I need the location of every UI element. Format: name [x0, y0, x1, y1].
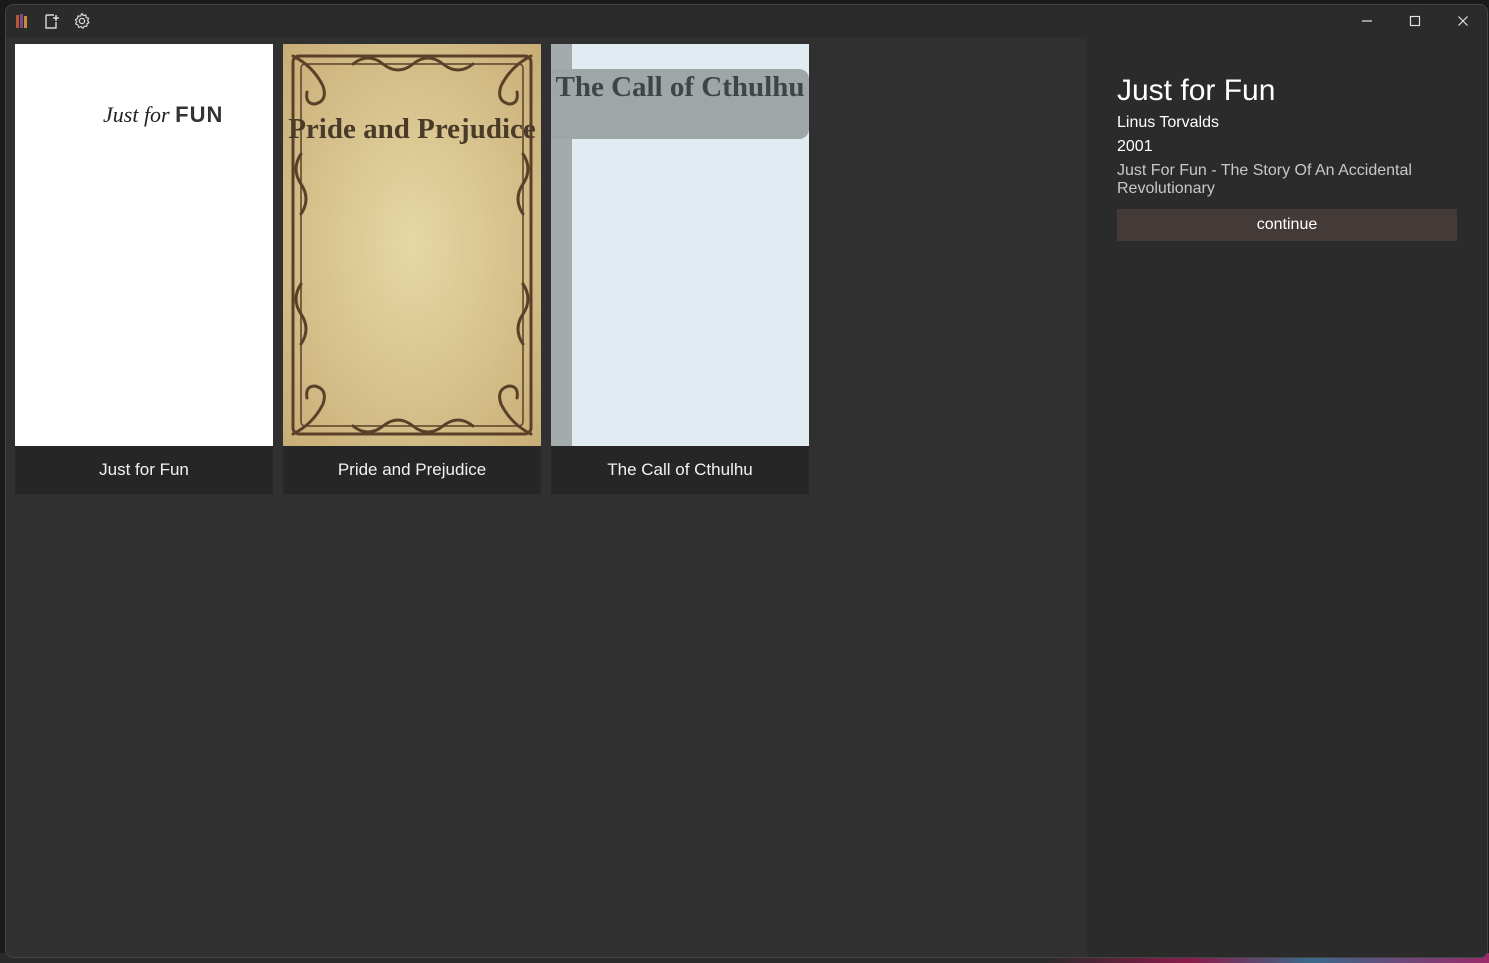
settings-icon[interactable] [72, 11, 92, 31]
book-cover: The Call of Cthulhu [551, 44, 809, 446]
title-bar[interactable] [6, 5, 1487, 37]
minimize-icon [1362, 20, 1372, 22]
close-icon [1458, 16, 1468, 26]
app-books-icon [12, 11, 32, 31]
book-title: Pride and Prejudice [283, 446, 541, 494]
book-title: The Call of Cthulhu [551, 446, 809, 494]
detail-year: 2001 [1117, 138, 1153, 155]
book-card-the-call-of-cthulhu[interactable]: The Call of Cthulhu The Call of Cthulhu [551, 44, 809, 494]
detail-title: Just for Fun [1117, 74, 1276, 107]
maximize-button[interactable] [1391, 5, 1439, 37]
window-controls [1343, 5, 1487, 37]
book-card-just-for-fun[interactable]: Just for FUN Just for Fun [15, 44, 273, 494]
library-grid: Just for FUN Just for Fun Pride and Prej… [6, 37, 1087, 957]
book-card-pride-and-prejudice[interactable]: Pride and Prejudice Pride and Prejudice [283, 44, 541, 494]
app-window: Just for FUN Just for Fun Pride and Prej… [5, 4, 1488, 958]
continue-button[interactable]: continue [1117, 209, 1457, 241]
book-cover: Pride and Prejudice [283, 44, 541, 446]
cover-title: The Call of Cthulhu [555, 71, 805, 103]
close-button[interactable] [1439, 5, 1487, 37]
ornamental-frame [291, 54, 533, 436]
title-bar-tools [12, 11, 92, 31]
cover-title: Just for FUN [103, 102, 224, 127]
detail-author: Linus Torvalds [1117, 114, 1219, 131]
book-title: Just for Fun [15, 446, 273, 494]
book-cover: Just for FUN [15, 44, 273, 446]
book-detail-panel: Just for Fun Linus Torvalds 2001 Just Fo… [1087, 37, 1487, 957]
import-icon[interactable] [42, 11, 62, 31]
maximize-icon [1409, 15, 1421, 27]
cover-title: Pride and Prejudice [288, 113, 536, 145]
minimize-button[interactable] [1343, 5, 1391, 37]
detail-subtitle: Just For Fun - The Story Of An Accidenta… [1117, 162, 1412, 197]
